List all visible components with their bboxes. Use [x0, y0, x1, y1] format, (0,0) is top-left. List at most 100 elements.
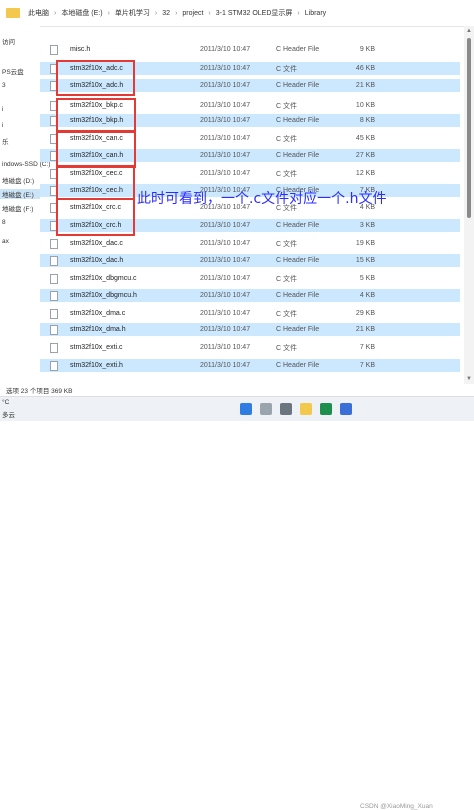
file-type: C Header File	[276, 362, 320, 369]
breadcrumb-item[interactable]: 此电脑	[28, 8, 49, 18]
file-type: C Header File	[276, 152, 320, 159]
task-view-icon[interactable]	[280, 403, 292, 415]
file-type: C Header File	[276, 82, 320, 89]
file-icon	[50, 324, 58, 335]
chevron-up-icon[interactable]: ▲	[466, 28, 472, 34]
file-type: C Header File	[276, 46, 320, 53]
watermark: CSDN @XiaoMing_Xuan	[360, 803, 433, 810]
chevron-down-icon[interactable]: ▼	[466, 376, 472, 382]
highlight-box-bkp	[56, 98, 136, 133]
file-size: 7 KB	[359, 362, 375, 369]
file-date: 2011/3/10 10:47	[200, 152, 251, 159]
file-size: 21 KB	[355, 326, 375, 333]
nav-item[interactable]: i	[2, 106, 3, 113]
file-icon	[50, 360, 58, 371]
file-row[interactable]: misc.h 2011/3/10 10:47 C Header File 9 KB	[40, 43, 460, 56]
nav-item[interactable]: 访问	[2, 36, 15, 46]
file-row[interactable]: stm32f10x_dac.h 2011/3/10 10:47 C Header F…	[40, 254, 460, 267]
file-size: 21 KB	[355, 82, 375, 89]
annotation-text: 此时可看到，一个.c文件对应一个.h文件	[137, 191, 387, 207]
file-row[interactable]: stm32f10x_exti.c 2011/3/10 10:47 C 文件 7 KB	[40, 341, 460, 354]
breadcrumb-item[interactable]: 3-1 STM32 OLED显示屏	[216, 8, 293, 18]
file-type: C Header File	[276, 222, 320, 229]
file-icon	[50, 308, 58, 319]
file-icon	[50, 255, 58, 266]
address-bar[interactable]: 此电脑 › 本地磁盘 (E:) › 单片机学习 › 32 › project › 3-1 …	[0, 0, 474, 27]
file-type: C 文件	[276, 240, 297, 248]
status-text: 选项 23 个项目 369 KB	[6, 388, 73, 395]
file-row[interactable]: stm32f10x_dac.c 2011/3/10 10:47 C 文件 19 KB	[40, 237, 460, 250]
nav-item[interactable]: 乐	[2, 136, 9, 146]
vertical-scrollbar[interactable]: ▲ ▼	[464, 26, 474, 384]
file-size: 46 KB	[355, 65, 375, 72]
file-size: 5 KB	[359, 275, 375, 282]
file-size: 29 KB	[355, 310, 375, 317]
status-bar: 选项 23 个项目 369 KB	[0, 384, 474, 396]
search-icon[interactable]	[260, 403, 272, 415]
file-type: C 文件	[276, 275, 297, 283]
highlight-box-adc	[56, 60, 135, 96]
highlight-box-crc	[56, 198, 135, 236]
file-date: 2011/3/10 10:47	[200, 257, 251, 264]
nav-item[interactable]: 地磁盘 (D:)	[2, 175, 34, 185]
nav-item[interactable]: 地磁盘 (F:)	[2, 203, 33, 213]
breadcrumb-item[interactable]: project	[182, 10, 203, 17]
breadcrumb-item[interactable]: 32	[162, 10, 170, 17]
file-explorer-icon[interactable]	[300, 403, 312, 415]
nav-item[interactable]: PS云盘	[2, 66, 24, 76]
file-row[interactable]: stm32f10x_dbgmcu.c 2011/3/10 10:47 C 文件 5 K…	[40, 272, 460, 285]
weather-text[interactable]: 多云	[2, 409, 15, 419]
file-type: C 文件	[276, 170, 297, 178]
breadcrumb-item[interactable]: 单片机学习	[115, 8, 150, 18]
file-type: C 文件	[276, 102, 297, 110]
file-name: stm32f10x_exti.c	[70, 344, 123, 351]
file-size: 3 KB	[359, 222, 375, 229]
file-date: 2011/3/10 10:47	[200, 344, 251, 351]
app-icon[interactable]	[320, 403, 332, 415]
file-row[interactable]: stm32f10x_dma.h 2011/3/10 10:47 C Header F…	[40, 323, 460, 336]
file-date: 2011/3/10 10:47	[200, 310, 251, 317]
breadcrumb-item[interactable]: 本地磁盘 (E:)	[61, 8, 102, 18]
file-type: C Header File	[276, 326, 320, 333]
file-name: stm32f10x_dac.c	[70, 240, 123, 247]
taskbar: °C 多云 CSDN @XiaoMing_Xuan	[0, 396, 474, 810]
file-name: stm32f10x_dbgmcu.c	[70, 275, 137, 282]
file-type: C 文件	[276, 344, 297, 352]
file-date: 2011/3/10 10:47	[200, 46, 251, 53]
file-icon	[50, 342, 58, 353]
file-icon	[50, 238, 58, 249]
highlight-box-cec	[56, 165, 135, 200]
file-size: 4 KB	[359, 292, 375, 299]
nav-item[interactable]: 8	[2, 219, 6, 226]
nav-item-selected[interactable]: 地磁盘 (E:)	[0, 189, 40, 199]
nav-item[interactable]: i	[2, 122, 3, 129]
file-date: 2011/3/10 10:47	[200, 275, 251, 282]
scrollbar-thumb[interactable]	[467, 38, 471, 218]
file-type: C Header File	[276, 292, 320, 299]
breadcrumb-item[interactable]: Library	[305, 10, 326, 17]
highlight-box-can	[56, 130, 136, 168]
file-name: stm32f10x_dma.h	[70, 326, 126, 333]
file-size: 12 KB	[355, 170, 375, 177]
file-row[interactable]: stm32f10x_dbgmcu.h 2011/3/10 10:47 C Heade…	[40, 289, 460, 302]
file-name: stm32f10x_dac.h	[70, 257, 124, 264]
file-size: 27 KB	[355, 152, 375, 159]
browser-icon[interactable]	[340, 403, 352, 415]
windows-start-icon[interactable]	[240, 403, 252, 415]
file-name: misc.h	[70, 46, 91, 53]
file-type: C 文件	[276, 65, 297, 73]
file-name: stm32f10x_dbgmcu.h	[70, 292, 137, 299]
nav-item[interactable]: ax	[2, 238, 9, 245]
file-row[interactable]: stm32f10x_exti.h 2011/3/10 10:47 C Header …	[40, 359, 460, 372]
file-type: C Header File	[276, 117, 320, 124]
file-size: 15 KB	[355, 257, 375, 264]
file-row[interactable]: stm32f10x_dma.c 2011/3/10 10:47 C 文件 29 KB	[40, 307, 460, 320]
file-size: 19 KB	[355, 240, 375, 247]
file-date: 2011/3/10 10:47	[200, 362, 251, 369]
nav-item[interactable]: 3	[2, 82, 6, 89]
file-date: 2011/3/10 10:47	[200, 170, 251, 177]
file-date: 2011/3/10 10:47	[200, 326, 251, 333]
weather-temp[interactable]: °C	[2, 399, 9, 406]
file-type: C Header File	[276, 257, 320, 264]
file-icon	[50, 290, 58, 301]
